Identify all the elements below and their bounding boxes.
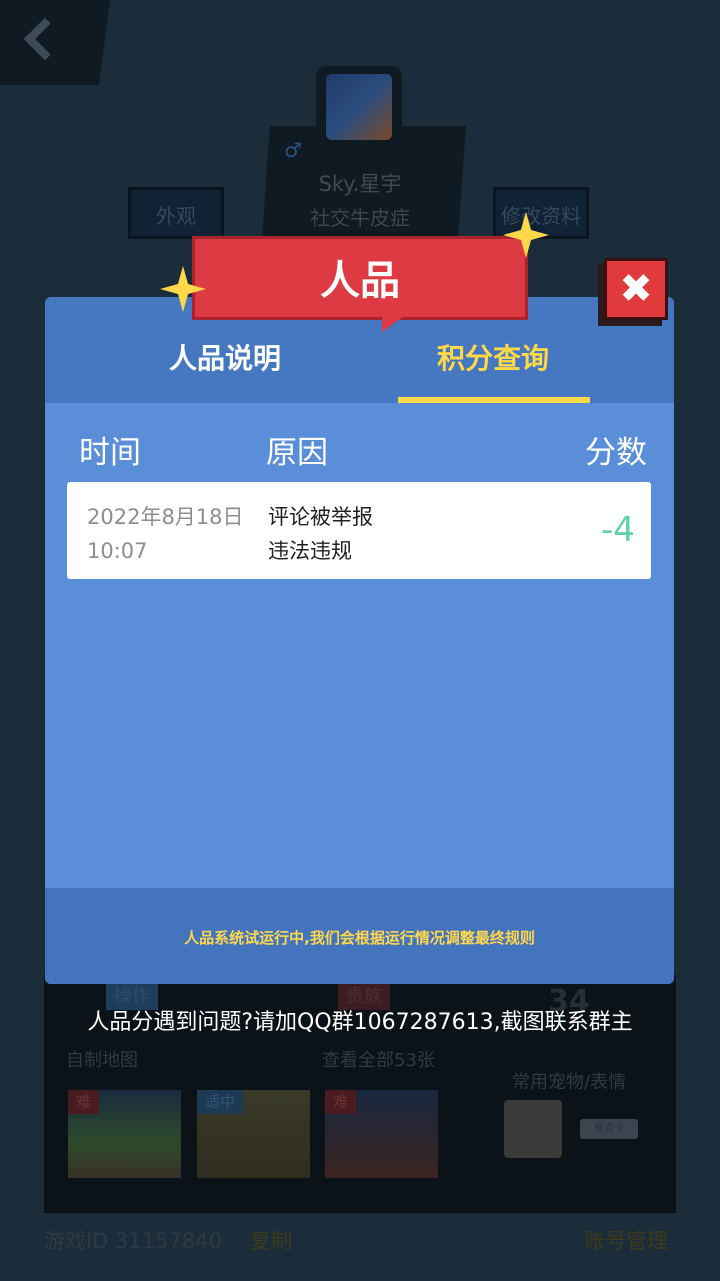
record-datetime: 2022年8月18日 10:07 [87, 500, 244, 568]
pet-button[interactable]: 有点卡 [580, 1119, 638, 1139]
game-id: 游戏ID 31157840 [44, 1229, 222, 1253]
record-time: 10:07 [87, 539, 148, 563]
nickname: Sky.星宇 [318, 172, 402, 196]
difficulty-badge: 难 [68, 1090, 100, 1114]
dialog-title: 人品 [320, 258, 400, 304]
record-score: -4 [601, 510, 635, 550]
column-header-reason: 原因 [266, 435, 328, 471]
score-record-row: 2022年8月18日 10:07 评论被举报 违法违规 -4 [67, 482, 651, 579]
chevron-left-icon [23, 17, 67, 61]
male-gender-icon: ♂ [284, 138, 302, 162]
signature: 社交牛皮症 [310, 206, 410, 230]
close-icon: ✖ [619, 266, 653, 312]
avatar [326, 74, 392, 140]
custom-maps-label: 自制地图 [66, 1050, 138, 1071]
account-manage-link[interactable]: 账号管理 [584, 1225, 668, 1255]
view-all-maps-link[interactable]: 查看全部53张 [322, 1046, 435, 1072]
active-tab-indicator [398, 397, 590, 403]
map-thumbnail[interactable]: 适中 [197, 1090, 310, 1178]
tab-score-query[interactable]: 积分查询 [398, 337, 588, 377]
record-reason: 评论被举报 违法违规 [268, 500, 373, 568]
map-thumbnail[interactable]: 难 [325, 1090, 438, 1178]
record-reason-line1: 评论被举报 [268, 505, 373, 529]
column-header-score: 分数 [585, 435, 647, 471]
map-thumbnail[interactable]: 难 [68, 1090, 181, 1178]
record-reason-line2: 违法违规 [268, 539, 352, 563]
tab-reputation-explain[interactable]: 人品说明 [145, 337, 305, 377]
qq-group-note: 人品分遇到问题?请加QQ群1067287613,截图联系群主 [87, 1010, 633, 1035]
difficulty-badge: 适中 [197, 1090, 244, 1114]
column-header-time: 时间 [79, 435, 141, 471]
ribbon-tail [382, 316, 404, 332]
reputation-dialog: 人品说明 积分查询 时间 原因 分数 2022年8月18日 10:07 评论被举… [45, 297, 674, 984]
pets-label: 常用宠物/表情 [512, 1072, 627, 1093]
pet-thumbnail[interactable] [504, 1100, 562, 1158]
close-button[interactable]: ✖ [604, 258, 668, 320]
footer-note: 人品系统试运行中,我们会根据运行情况调整最终规则 [184, 929, 535, 947]
difficulty-badge: 难 [325, 1090, 357, 1114]
copy-id-button[interactable]: 复制 [250, 1225, 292, 1255]
appearance-button[interactable]: 外观 [128, 187, 224, 239]
record-date: 2022年8月18日 [87, 505, 244, 529]
back-button[interactable] [0, 0, 110, 85]
edit-profile-button[interactable]: 修改资料 [493, 187, 589, 239]
